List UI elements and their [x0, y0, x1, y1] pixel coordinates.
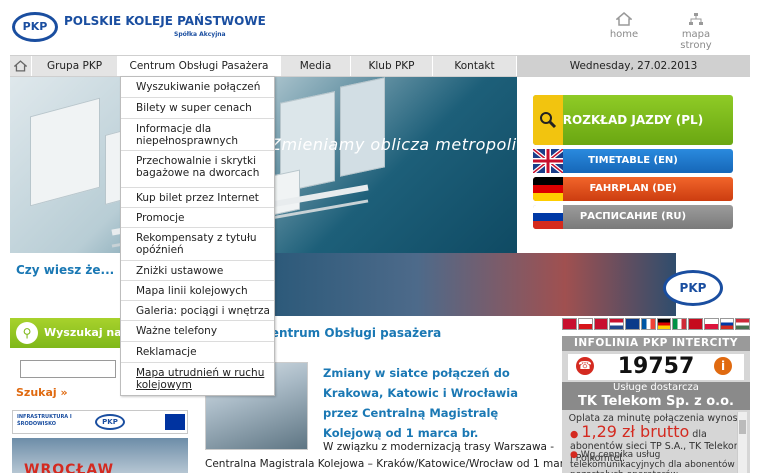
nav-home[interactable] [10, 56, 32, 76]
menu-item-reklamacje[interactable]: Reklamacje [121, 342, 274, 363]
banner-slogan: Zmieniamy oblicza metropolii [270, 135, 522, 154]
logo-subtitle: Spółka Akcyjna [174, 31, 226, 38]
did-you-know-heading[interactable]: Czy wiesz że... [16, 263, 114, 277]
home-link[interactable]: home [606, 12, 642, 40]
nav-grupa-pkp[interactable]: Grupa PKP [32, 56, 118, 76]
infoline-price-value: 1,29 zł brutto [581, 422, 690, 441]
page: { "header": { "logo_text": "PKP", "title… [0, 0, 767, 473]
flag-dk-icon[interactable] [593, 318, 609, 330]
pkp-logo-mark: PKP [12, 12, 58, 42]
infoline-title: INFOLINIA PKP INTERCITY [562, 336, 750, 351]
timetable-ru-button[interactable]: РАСПИСАНИЕ (RU) [533, 205, 733, 229]
main-nav: Grupa PKP Centrum Obsługi Pasażera Media… [10, 55, 517, 77]
bullet-icon: ● [570, 450, 581, 460]
menu-item-znizki[interactable]: Zniżki ustawowe [121, 261, 274, 281]
uk-flag-icon [531, 147, 565, 175]
flag-de-icon[interactable] [656, 318, 672, 330]
logo-title: POLSKIE KOLEJE PAŃSTWOWE [64, 14, 266, 28]
home-icon [14, 60, 27, 72]
menu-item-bilety[interactable]: Bilety w super cenach [121, 98, 274, 119]
news-body-line-1: W związku z modernizacją trasy Warszawa … [323, 441, 555, 453]
wroclaw-banner[interactable]: WROCŁAW [12, 438, 188, 473]
flag-fr-icon[interactable] [640, 318, 656, 330]
nav-kontakt[interactable]: Kontakt [433, 56, 517, 76]
infoline-scrollbar[interactable] [737, 412, 747, 473]
news-body-line-2: Centralna Magistrala Kolejowa – Kraków/K… [205, 458, 576, 470]
section-title: Centrum Obsługi pasażera [262, 326, 442, 340]
nav-klub-pkp[interactable]: Klub PKP [351, 56, 433, 76]
timetable-en-label: TIMETABLE (EN) [588, 155, 678, 166]
timetable-pl-button[interactable]: ROZKŁAD JAZDY (PL) [533, 95, 733, 145]
search-input[interactable] [20, 360, 116, 378]
menu-item-galeria[interactable]: Galeria: pociągi i wnętrza [121, 301, 274, 321]
search-icon: ⚲ [16, 322, 38, 344]
menu-item-niepelnosprawni[interactable]: Informacje dla niepełnosprawnych [121, 119, 274, 151]
nav-media[interactable]: Media [281, 56, 351, 76]
news-title[interactable]: Zmiany w siatce połączeń do Krakowa, Kat… [323, 363, 548, 443]
timetable-ru-label: РАСПИСАНИЕ (RU) [579, 211, 687, 222]
menu-item-rekompensaty[interactable]: Rekompensaty z tytułu opóźnień [121, 228, 274, 261]
timetable-de-button[interactable]: FAHRPLAN (DE) [533, 177, 733, 201]
eu-flag-icon [165, 414, 185, 430]
search-label: Wyszukaj na [44, 326, 122, 339]
language-flags [562, 318, 750, 334]
menu-item-wazne-telefony[interactable]: Ważne telefony [121, 321, 274, 342]
menu-item-przechowalnie[interactable]: Przechowalnie i skrytki bagażowe na dwor… [121, 151, 274, 188]
german-flag-icon [533, 177, 563, 201]
infoline-provider: TK Telekom Sp. z o.o. [562, 394, 750, 410]
pkp-logo-small: PKP [663, 270, 723, 306]
sitemap-icon [689, 13, 703, 25]
home-icon [616, 12, 632, 26]
menu-item-wyszukiwanie[interactable]: Wyszukiwanie połączeń [121, 77, 274, 98]
wroclaw-banner-text: WROCŁAW [24, 462, 115, 473]
phone-icon: ☎ [576, 357, 594, 375]
infrastructure-logo-text: INFRASTRUKTURA I ŚRODOWISKO [17, 414, 72, 427]
flag-eu-icon[interactable] [625, 318, 640, 330]
infoline-other-operators-text: Wg cennika usług telekomunikacyjnych dla… [570, 450, 735, 473]
flag-pl-icon[interactable] [703, 318, 719, 330]
menu-item-kup-bilet[interactable]: Kup bilet przez Internet [121, 188, 274, 208]
current-date: Wednesday, 27.02.2013 [517, 55, 750, 77]
bullet-icon: ● [570, 429, 582, 440]
infoline-number-box: ☎ 19757 i [568, 354, 744, 380]
timetable-en-button[interactable]: TIMETABLE (EN) [531, 147, 733, 175]
sitemap-link-label: mapa strony [680, 29, 712, 51]
flag-hu-icon[interactable] [735, 318, 750, 330]
menu-item-mapa-linii[interactable]: Mapa linii kolejowych [121, 281, 274, 301]
flag-lv-icon[interactable] [688, 318, 703, 330]
timetable-pl-label: ROZKŁAD JAZDY (PL) [562, 113, 704, 127]
infoline-other-operators: ● Wg cennika usług telekomunikacyjnych d… [570, 450, 745, 473]
menu-item-mapa-utrudnien[interactable]: Mapa utrudnień w ruchu kolejowym [121, 363, 274, 396]
magnifier-icon [533, 95, 563, 145]
search-button[interactable]: Szukaj » [16, 386, 68, 399]
home-link-label: home [609, 29, 639, 40]
infoline-number: 19757 [617, 354, 695, 379]
flag-it-icon[interactable] [672, 318, 687, 330]
sitemap-link[interactable]: mapa strony [665, 12, 727, 51]
centrum-dropdown-menu: Wyszukiwanie połączeń Bilety w super cen… [120, 76, 275, 396]
eu-funds-logos[interactable]: INFRASTRUKTURA I ŚRODOWISKO PKP [12, 410, 188, 434]
pkp-logo[interactable]: PKP POLSKIE KOLEJE PAŃSTWOWE Spółka Akcy… [12, 10, 266, 46]
infoline-provider-label: Usługe dostarcza [562, 382, 750, 394]
flag-cz-icon[interactable] [577, 318, 593, 330]
scrollbar-thumb[interactable] [739, 420, 746, 434]
search-box-header: ⚲ Wyszukaj na [10, 318, 122, 348]
russian-flag-icon [533, 205, 563, 229]
pkp-mini-logo: PKP [95, 414, 125, 430]
info-icon[interactable]: i [714, 357, 732, 375]
flag-nl-icon[interactable] [609, 318, 624, 330]
timetable-de-label: FAHRPLAN (DE) [589, 183, 677, 194]
flag-uk-icon[interactable] [562, 318, 577, 330]
flag-ru-icon[interactable] [719, 318, 735, 330]
nav-centrum-obslugi[interactable]: Centrum Obsługi Pasażera [118, 56, 281, 76]
menu-item-promocje[interactable]: Promocje [121, 208, 274, 228]
timetable-panel: ROZKŁAD JAZDY (PL) TIMETABLE (EN) FAHRPL… [517, 77, 750, 253]
